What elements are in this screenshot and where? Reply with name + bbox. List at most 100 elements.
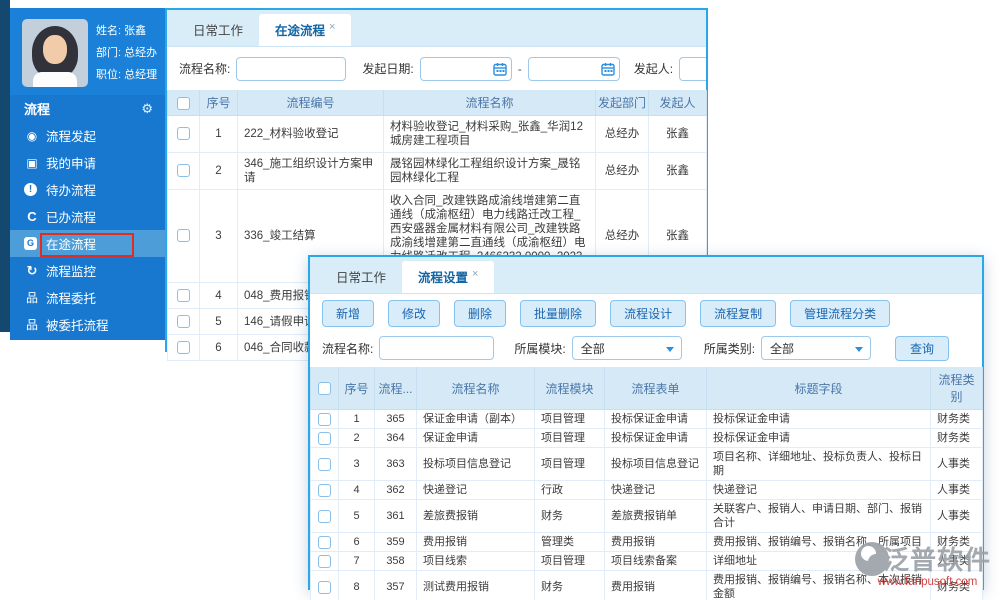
cell-module: 财务	[534, 499, 605, 533]
row-checkbox[interactable]	[177, 229, 190, 243]
cell-category: 人事类	[930, 447, 983, 481]
cell-name: 保证金申请	[416, 428, 535, 448]
sidebar-item-id-card[interactable]: ▣ 我的申请	[10, 149, 165, 176]
sidebar-item-monitor-refresh[interactable]: ↻ 流程监控	[10, 257, 165, 284]
table-row[interactable]: 1 365 保证金申请（副本） 项目管理 投标保证金申请 投标保证金申请 财务类	[310, 409, 983, 429]
row-checkbox[interactable]	[318, 580, 331, 594]
cell-no: 2	[199, 152, 238, 190]
column-header: 标题字段	[706, 367, 931, 410]
cell-category: 财务类	[930, 409, 983, 429]
sidebar-title: 流程	[24, 102, 51, 117]
process-name-input[interactable]	[379, 336, 495, 360]
select-all-checkbox[interactable]	[177, 96, 190, 110]
cell-title_field: 快递登记	[706, 480, 931, 500]
done-redo-icon: C	[27, 209, 37, 224]
toolbar-button-6[interactable]: 管理流程分类	[790, 300, 891, 327]
initiator-input[interactable]	[679, 56, 706, 81]
todo-alert-icon: !	[24, 183, 37, 196]
row-checkbox[interactable]	[318, 483, 331, 497]
monitor-refresh-icon: ↻	[26, 262, 38, 278]
row-checkbox[interactable]	[318, 431, 331, 445]
tab-daily-work[interactable]: 日常工作	[320, 261, 402, 293]
toolbar-button-2[interactable]: 删除	[454, 300, 507, 327]
module-select[interactable]: 全部	[571, 336, 682, 360]
cell-form: 差旅费报销单	[604, 499, 707, 533]
toolbar-button-3[interactable]: 批量删除	[520, 300, 597, 327]
chevron-down-icon	[855, 347, 864, 352]
cell-form: 项目线索备案	[604, 551, 707, 571]
search-button[interactable]: 查询	[895, 335, 950, 361]
row-checkbox[interactable]	[318, 535, 331, 549]
row-checkbox[interactable]	[318, 457, 331, 471]
sidebar: 流程 ⚙ ◉ 流程发起 ▣ 我的申请! 待办流程 C 已办流程 G 在途流程 ↻ 流程监控品流程委托…	[10, 95, 165, 340]
close-icon[interactable]: ×	[329, 21, 335, 33]
sidebar-item-delegated-sitemap[interactable]: 品被委托流程	[10, 311, 165, 338]
table-row[interactable]: 2 346_施工组织设计方案申请 晟铭园林绿化工程组织设计方案_晟铭园林绿化工程 总经…	[167, 152, 707, 190]
cell-code: 362	[374, 480, 417, 500]
cell-module: 行政	[534, 480, 605, 500]
tab-daily-work[interactable]: 日常工作	[177, 14, 259, 46]
sidebar-item-todo-alert[interactable]: ! 待办流程	[10, 176, 165, 203]
date-to-field[interactable]	[527, 56, 620, 81]
category-label: 所属类别:	[703, 341, 756, 356]
cell-initiator: 张鑫	[648, 115, 707, 153]
calendar-icon[interactable]	[492, 62, 507, 76]
gear-icon[interactable]: ⚙	[141, 101, 153, 117]
id-card-icon: ▣	[26, 155, 38, 170]
row-checkbox[interactable]	[318, 554, 331, 568]
cell-code: 359	[374, 532, 417, 552]
profile-title-label: 职位:	[96, 69, 122, 81]
cell-name: 测试费用报销	[416, 570, 535, 600]
cell-form: 费用报销	[604, 570, 707, 600]
sidebar-item-podcast[interactable]: ◉ 流程发起	[10, 122, 165, 149]
row-checkbox[interactable]	[177, 288, 190, 302]
module-label: 所属模块:	[514, 341, 566, 356]
row-checkbox[interactable]	[318, 509, 331, 523]
cell-code: 358	[374, 551, 417, 571]
row-checkbox[interactable]	[318, 412, 331, 426]
select-all-checkbox[interactable]	[318, 382, 331, 396]
cell-module: 管理类	[534, 532, 605, 552]
cell-form: 投标保证金申请	[604, 428, 707, 448]
row-checkbox[interactable]	[177, 127, 190, 141]
sidebar-item-label: 流程委托	[46, 292, 97, 306]
row-checkbox[interactable]	[177, 314, 190, 328]
fanpu-watermark: 泛普软件 www.fanpusoft.com	[855, 540, 1000, 588]
tab-process-settings[interactable]: 流程设置 ×	[402, 261, 495, 293]
cell-no: 7	[338, 551, 375, 571]
table-row[interactable]: 3 363 投标项目信息登记 项目管理 投标项目信息登记 项目名称、详细地址、投标负责人、…	[310, 447, 983, 481]
sidebar-item-done-redo[interactable]: C 已办流程	[10, 203, 165, 230]
column-header: 序号	[338, 367, 375, 410]
tab-label: 在途流程	[275, 24, 326, 38]
category-select[interactable]: 全部	[761, 336, 872, 360]
calendar-icon[interactable]	[600, 62, 615, 76]
cell-no: 6	[199, 334, 238, 361]
table-row[interactable]: 4 362 快递登记 行政 快递登记 快递登记 人事类	[310, 480, 983, 500]
sidebar-item-label: 已办流程	[46, 211, 97, 225]
profile-dept-label: 部门:	[96, 47, 122, 59]
date-from-field[interactable]	[419, 56, 512, 81]
cell-form: 投标项目信息登记	[604, 447, 707, 481]
cell-name: 材料验收登记_材料采购_张鑫_华润12城房建工程项目	[383, 115, 596, 153]
row-checkbox[interactable]	[177, 340, 190, 354]
toolbar-button-4[interactable]: 流程设计	[610, 300, 687, 327]
sidebar-item-delegate-sitemap[interactable]: 品流程委托	[10, 284, 165, 311]
tab-in-transit[interactable]: 在途流程 ×	[259, 14, 352, 46]
sidebar-item-in-transit[interactable]: G 在途流程	[10, 230, 165, 257]
toolbar-button-1[interactable]: 修改	[388, 300, 441, 327]
column-header: 流程模块	[534, 367, 605, 410]
cell-name: 费用报销	[416, 532, 535, 552]
cell-title_field: 关联客户、报销人、申请日期、部门、报销合计	[706, 499, 931, 533]
toolbar-button-5[interactable]: 流程复制	[700, 300, 777, 327]
close-icon[interactable]: ×	[472, 268, 478, 280]
table-row[interactable]: 5 361 差旅费报销 财务 差旅费报销单 关联客户、报销人、申请日期、部门、报销合计 人事…	[310, 499, 983, 533]
process-name-input[interactable]	[236, 56, 347, 81]
column-header: 流程名称	[383, 90, 596, 116]
toolbar-button-0[interactable]: 新增	[322, 300, 375, 327]
cell-module: 项目管理	[534, 409, 605, 429]
table-row[interactable]: 2 364 保证金申请 项目管理 投标保证金申请 投标保证金申请 财务类	[310, 428, 983, 448]
table-row[interactable]: 1 222_材料验收登记 材料验收登记_材料采购_张鑫_华润12城房建工程项目 总经办…	[167, 115, 707, 153]
avatar	[22, 19, 88, 87]
avatar-face	[43, 35, 67, 64]
row-checkbox[interactable]	[177, 164, 190, 178]
